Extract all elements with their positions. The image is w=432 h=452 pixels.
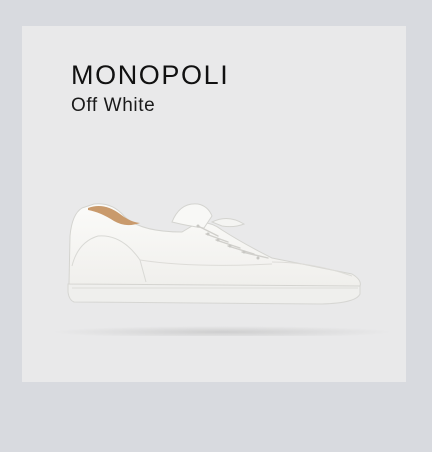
product-image — [22, 176, 406, 336]
product-card[interactable]: MONOPOLI Off White — [22, 26, 406, 382]
product-color: Off White — [71, 95, 156, 116]
sneaker-icon — [52, 203, 392, 336]
product-name: MONOPOLI — [71, 60, 230, 90]
